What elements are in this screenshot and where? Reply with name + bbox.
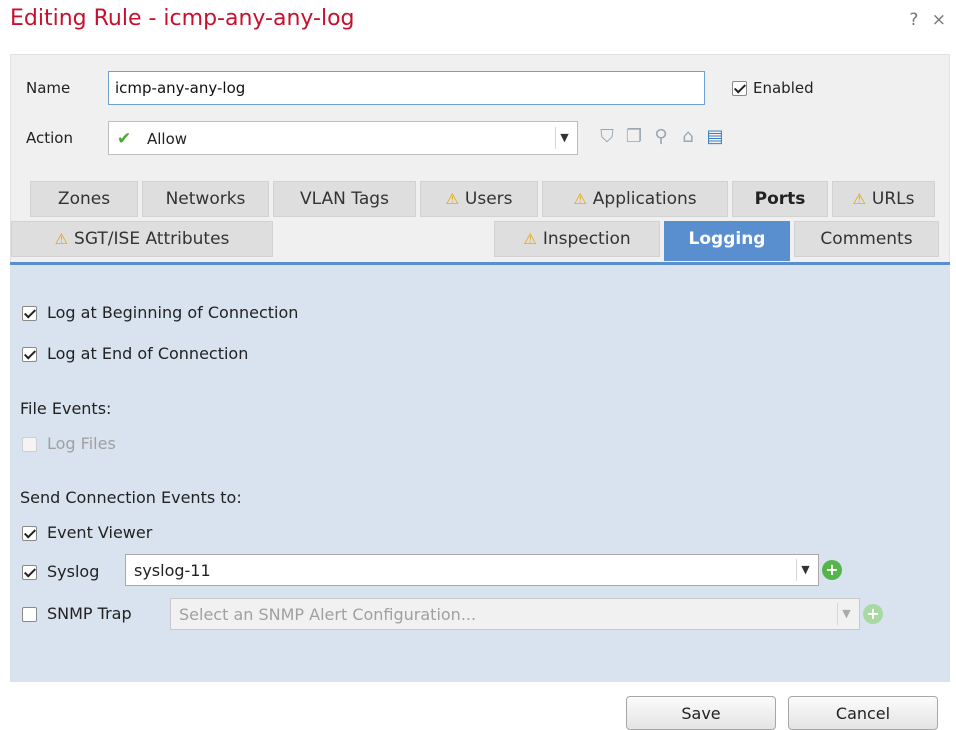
dialog-controls: ? × — [901, 10, 946, 30]
add-snmp-icon: + — [863, 604, 883, 624]
name-label: Name — [26, 79, 71, 97]
add-syslog-icon[interactable]: + — [822, 560, 842, 580]
tab-label: VLAN Tags — [300, 189, 389, 209]
enabled-checkbox-wrap[interactable]: Enabled — [732, 79, 814, 97]
chevron-down-icon[interactable]: ▼ — [796, 559, 814, 581]
event-viewer-checkbox[interactable] — [22, 526, 37, 541]
log-end-label: Log at End of Connection — [47, 344, 249, 363]
log-end-checkbox[interactable] — [22, 347, 37, 362]
tab-urls[interactable]: ⚠ URLs — [832, 181, 935, 217]
warning-icon: ⚠ — [523, 230, 537, 248]
tab-vlan-tags[interactable]: VLAN Tags — [273, 181, 416, 217]
snmp-label: SNMP Trap — [47, 604, 132, 623]
log-beginning-checkbox[interactable] — [22, 306, 37, 321]
event-viewer-label: Event Viewer — [47, 523, 153, 542]
tab-label: Zones — [57, 189, 111, 209]
file-events-heading: File Events: — [20, 399, 112, 418]
tab-logging[interactable]: Logging — [664, 221, 790, 261]
syslog-select[interactable]: syslog-11 ▼ — [125, 554, 819, 586]
syslog-value: syslog-11 — [134, 561, 211, 580]
tab-label: Applications — [592, 189, 697, 209]
action-icon-bar: ⛉ ❐ ⚲ ⌂ ▤ — [596, 123, 726, 151]
tab-label: SGT/ISE Attributes — [74, 229, 230, 249]
action-value: Allow — [147, 130, 188, 148]
warning-icon: ⚠ — [573, 190, 587, 208]
warning-icon: ⚠ — [852, 190, 866, 208]
dialog-title: Editing Rule - icmp-any-any-log — [10, 6, 355, 31]
chevron-down-icon[interactable]: ▼ — [555, 127, 573, 149]
enabled-label: Enabled — [753, 79, 814, 97]
tab-label: Logging — [688, 229, 766, 249]
log-beginning-label: Log at Beginning of Connection — [47, 303, 299, 322]
tab-inspection[interactable]: ⚠ Inspection — [494, 221, 660, 257]
tab-networks[interactable]: Networks — [142, 181, 269, 217]
tab-label: Inspection — [542, 229, 631, 249]
enabled-checkbox[interactable] — [732, 81, 747, 96]
log-beginning-row[interactable]: Log at Beginning of Connection — [22, 303, 298, 322]
name-input[interactable] — [108, 71, 705, 105]
shield-icon[interactable]: ⛉ — [596, 126, 618, 148]
logging-panel: Log at Beginning of Connection Log at En… — [10, 262, 950, 682]
close-icon[interactable]: × — [932, 10, 946, 30]
warning-icon: ⚠ — [445, 190, 459, 208]
tab-comments[interactable]: Comments — [794, 221, 939, 257]
rule-header-panel: Name Enabled Action ✔ Allow ▼ ⛉ ❐ ⚲ ⌂ ▤ … — [10, 54, 950, 264]
tab-label: Comments — [820, 229, 913, 249]
notepad-icon[interactable]: ▤ — [704, 126, 726, 148]
send-events-heading: Send Connection Events to: — [20, 488, 242, 507]
log-end-row[interactable]: Log at End of Connection — [22, 344, 248, 363]
event-viewer-row[interactable]: Event Viewer — [22, 523, 152, 542]
log-files-row: Log Files — [22, 434, 116, 453]
tab-sgt-ise-attributes[interactable]: ⚠ SGT/ISE Attributes — [11, 221, 273, 257]
snmp-checkbox[interactable] — [22, 607, 37, 622]
tab-users[interactable]: ⚠ Users — [420, 181, 538, 217]
syslog-checkbox[interactable] — [22, 565, 37, 580]
tab-zones[interactable]: Zones — [30, 181, 138, 217]
log-files-checkbox — [22, 437, 37, 452]
chevron-down-icon: ▼ — [837, 603, 855, 625]
tab-label: URLs — [871, 189, 915, 209]
log-files-label: Log Files — [47, 434, 116, 453]
cancel-button[interactable]: Cancel — [788, 696, 938, 730]
warning-icon: ⚠ — [54, 230, 69, 248]
syslog-label: Syslog — [47, 562, 100, 581]
tab-label: Ports — [754, 189, 806, 209]
syslog-row[interactable]: Syslog — [22, 562, 99, 581]
folder-icon[interactable]: ⌂ — [677, 126, 699, 148]
snmp-placeholder: Select an SNMP Alert Configuration... — [179, 605, 477, 624]
tab-label: Networks — [165, 189, 246, 209]
snmp-select: Select an SNMP Alert Configuration... ▼ — [170, 598, 860, 630]
action-select[interactable]: ✔ Allow ▼ — [108, 121, 578, 155]
tab-ports[interactable]: Ports — [732, 181, 828, 217]
tab-label: Users — [464, 189, 513, 209]
action-label: Action — [26, 129, 73, 147]
copy-icon[interactable]: ❐ — [623, 126, 645, 148]
help-icon[interactable]: ? — [909, 10, 918, 30]
search-user-icon[interactable]: ⚲ — [650, 126, 672, 148]
tab-applications[interactable]: ⚠ Applications — [542, 181, 728, 217]
snmp-row[interactable]: SNMP Trap — [22, 604, 132, 623]
check-icon: ✔ — [117, 129, 132, 149]
save-button[interactable]: Save — [626, 696, 776, 730]
